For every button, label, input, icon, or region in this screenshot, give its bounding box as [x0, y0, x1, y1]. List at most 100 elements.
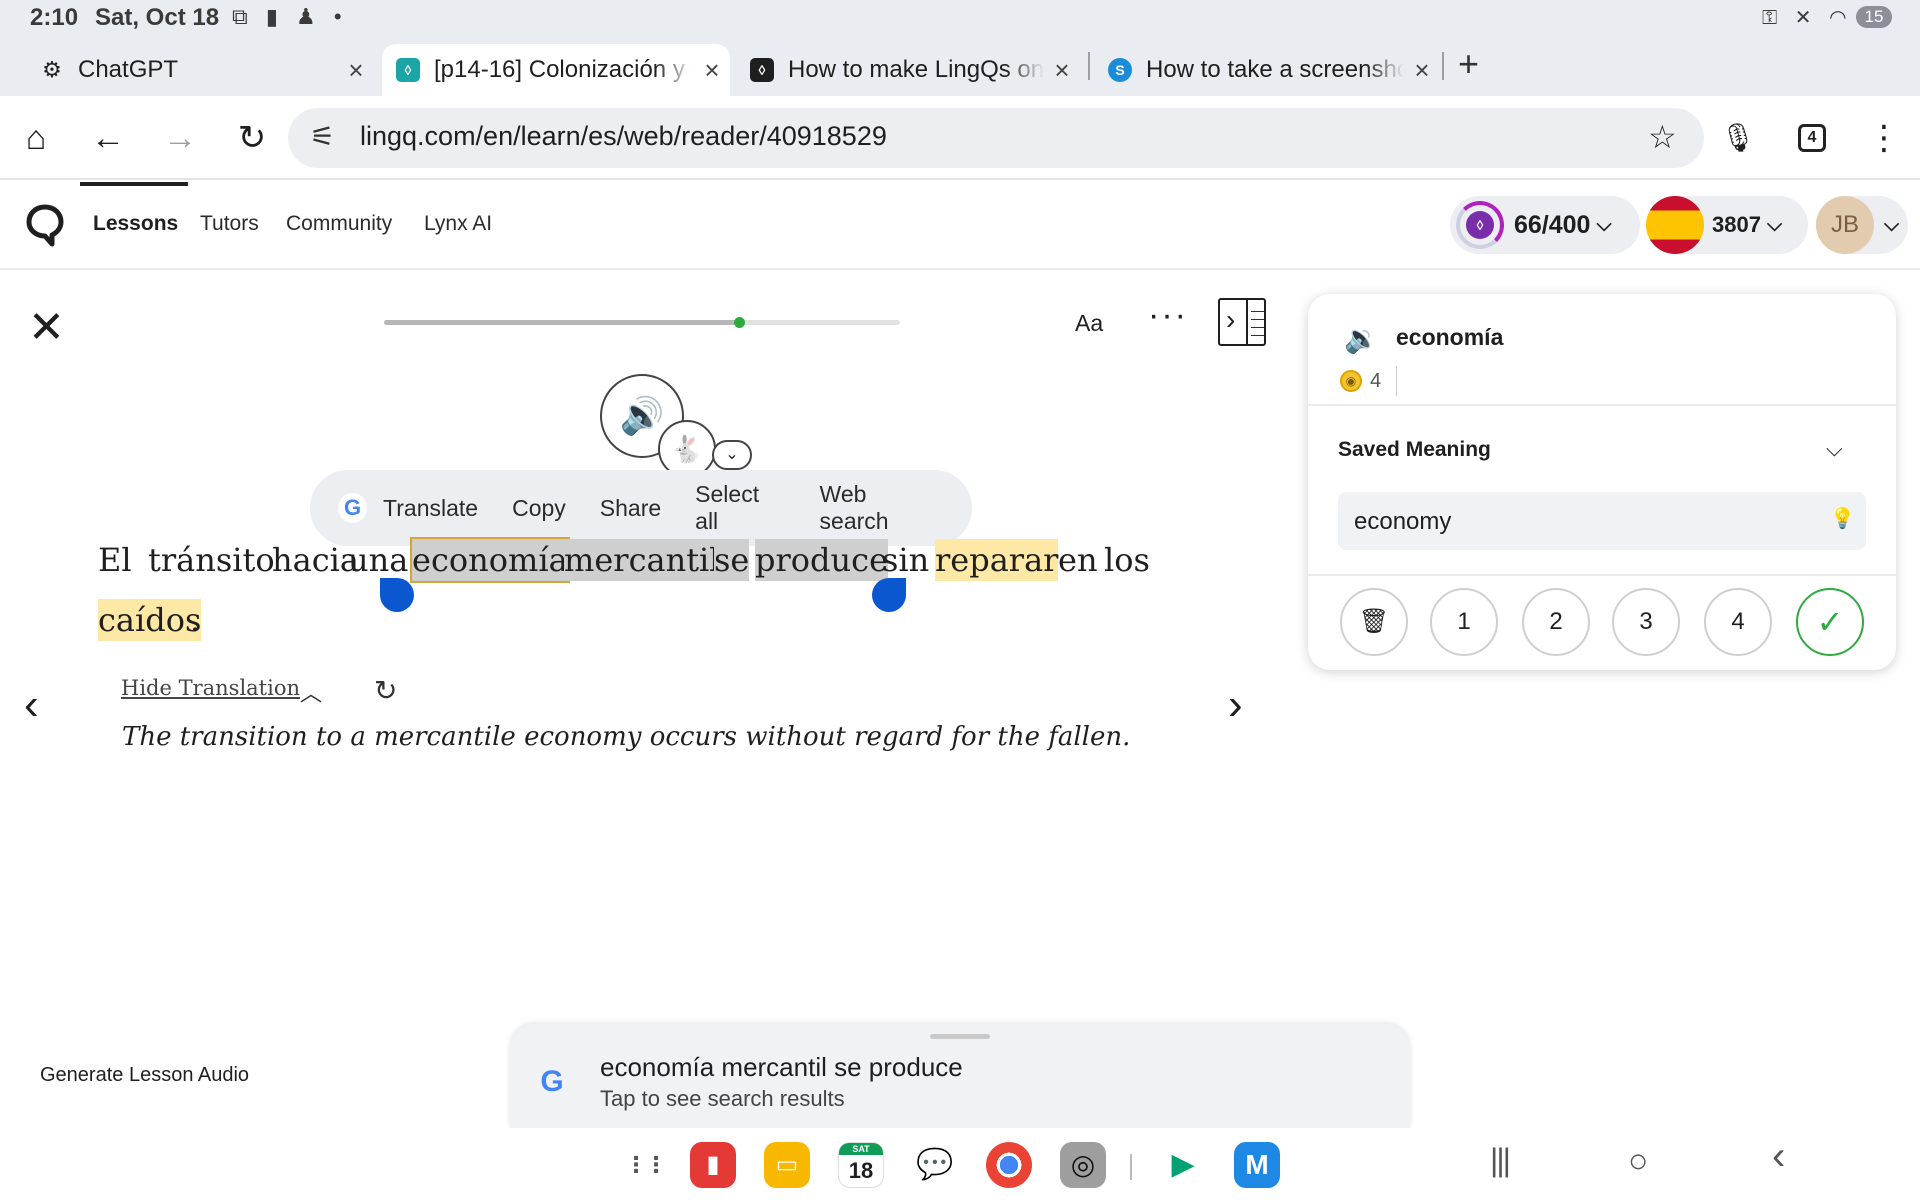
drag-handle[interactable] [930, 1034, 990, 1039]
recents-button[interactable]: ||| [1490, 1142, 1511, 1179]
menu-share[interactable]: Share [600, 495, 661, 522]
tab-chatgpt[interactable]: ⚙ ChatGPT × [26, 44, 374, 96]
selection-handle-start[interactable] [380, 578, 414, 612]
selection-handle-end[interactable] [872, 578, 906, 612]
speed-dropdown-chevron[interactable]: ⌄ [712, 440, 752, 470]
files-app-icon[interactable]: ▭ [764, 1142, 810, 1188]
reload-icon[interactable]: ↻ [230, 116, 274, 160]
word-produce[interactable]: produce [755, 539, 888, 581]
sentence-translation: The transition to a mercantile economy o… [122, 722, 1131, 752]
menu-copy[interactable]: Copy [512, 495, 566, 522]
word-reparar[interactable]: reparar [935, 539, 1059, 581]
new-tab-button[interactable]: + [1458, 46, 1479, 82]
lingq-icon: ◊ [396, 58, 420, 82]
word-panel: 🔉 economía ◉ 4 Saved Meaning ⌵ economy 💡… [1308, 294, 1896, 670]
menu-select-all[interactable]: Select all [695, 481, 785, 535]
app-drawer-icon[interactable]: ⋮⋮ [622, 1142, 668, 1188]
language-pill[interactable]: 3807 ⌵ [1646, 196, 1808, 254]
word-el[interactable]: El [98, 539, 132, 581]
close-tab-icon[interactable]: × [694, 55, 730, 86]
chevron-right-icon: › [1226, 304, 1236, 335]
mark-known-button[interactable]: ✓ [1796, 588, 1864, 656]
nav-lynx-ai[interactable]: Lynx AI [424, 212, 492, 236]
play-store-icon[interactable]: ▶ [1160, 1142, 1206, 1188]
search-query[interactable]: economía mercantil se produce [600, 1052, 963, 1083]
avatar: JB [1816, 196, 1874, 254]
messages-app-icon[interactable]: 💬 [912, 1142, 958, 1188]
hide-translation-link[interactable]: Hide Translation [121, 676, 300, 700]
active-nav-indicator [80, 182, 188, 186]
meaning-text[interactable]: economy [1354, 508, 1451, 536]
nav-tutors[interactable]: Tutors [200, 212, 259, 236]
google-search-sheet[interactable]: G economía mercantil se produce Tap to s… [510, 1024, 1410, 1128]
nav-community[interactable]: Community [286, 212, 392, 236]
nav-lessons[interactable]: Lessons [93, 212, 178, 236]
tab-switcher-button[interactable]: 4 [1798, 124, 1826, 152]
bookmark-star-icon[interactable]: ☆ [1648, 118, 1677, 156]
close-tab-icon[interactable]: × [338, 55, 374, 86]
back-icon[interactable]: ← [86, 116, 130, 160]
home-button[interactable]: ○ [1628, 1142, 1649, 1181]
saved-meaning-label: Saved Meaning [1338, 438, 1491, 461]
word-se[interactable]: se [714, 539, 750, 581]
word-una[interactable]: una [348, 539, 408, 581]
tab-how-to-make-lingqs[interactable]: ◊ How to make LingQs on a tablet × [736, 44, 1080, 96]
daily-goal-pill[interactable]: ◊ 66/400 ⌵ [1450, 196, 1640, 254]
close-lesson-icon[interactable]: ✕ [28, 302, 65, 353]
word-transito[interactable]: tránsito [148, 539, 275, 581]
close-tab-icon[interactable]: × [1404, 55, 1440, 86]
close-tab-icon[interactable]: × [1044, 55, 1080, 86]
font-settings-button[interactable]: Aa [1075, 310, 1103, 337]
delete-lingq-button[interactable]: 🗑 [1340, 588, 1408, 656]
lesson-progress-bar[interactable] [384, 317, 900, 328]
status-1-button[interactable]: 1 [1430, 588, 1498, 656]
word-sin[interactable]: sin [882, 539, 929, 581]
status-time: 2:10 [30, 4, 79, 31]
chevron-up-icon[interactable]: ︿ [300, 676, 322, 708]
lingq-logo-icon[interactable] [26, 204, 64, 248]
word-caidos[interactable]: caídos [98, 599, 202, 641]
notes-app-icon[interactable]: ▮ [690, 1142, 736, 1188]
word-economia[interactable]: economía [410, 537, 570, 583]
progress-marker[interactable] [734, 317, 746, 328]
system-back-button[interactable]: ‹ [1772, 1134, 1785, 1179]
word-hacia[interactable]: hacia [272, 539, 359, 581]
address-bar[interactable]: ⚟ lingq.com/en/learn/es/web/reader/40918… [288, 108, 1704, 168]
saved-meaning-field[interactable]: economy 💡 [1338, 492, 1866, 550]
forward-icon[interactable]: → [158, 116, 202, 160]
status-2-button[interactable]: 2 [1522, 588, 1590, 656]
url-text[interactable]: lingq.com/en/learn/es/web/reader/4091852… [360, 121, 887, 152]
menu-web-search[interactable]: Web search [820, 481, 938, 535]
browser-menu-icon[interactable]: ⋮ [1862, 116, 1906, 160]
toggle-sidepanel-button[interactable]: › — — — — [1218, 298, 1266, 346]
status-4-button[interactable]: 4 [1704, 588, 1772, 656]
tab-how-to-take-screenshot[interactable]: S How to take a screenshot × [1094, 44, 1440, 96]
site-settings-icon[interactable]: ⚟ [310, 120, 335, 153]
microphone-icon[interactable]: 🎙 [1716, 116, 1760, 160]
home-icon[interactable]: ⌂ [14, 116, 58, 160]
lingq-icon: ◊ [750, 58, 774, 82]
panel-term: economía [1396, 324, 1504, 350]
openai-icon: ⚙ [42, 57, 62, 82]
next-page-icon[interactable]: › [1228, 680, 1243, 730]
more-options-icon[interactable]: ··· [1148, 296, 1188, 335]
menu-translate[interactable]: Translate [383, 495, 478, 522]
profile-pill[interactable]: JB ⌵ [1816, 196, 1908, 254]
camera-app-icon[interactable]: ◎ [1060, 1142, 1106, 1188]
status-3-button[interactable]: 3 [1612, 588, 1680, 656]
lingq-header: Lessons Tutors Community Lynx AI ◊ 66/40… [0, 182, 1920, 270]
refresh-translation-icon[interactable]: ↻ [374, 674, 397, 707]
m-app-icon[interactable]: M [1234, 1142, 1280, 1188]
word-en[interactable]: en [1058, 539, 1098, 581]
chevron-down-icon[interactable]: ⌵ [1826, 436, 1843, 462]
previous-page-icon[interactable]: ‹ [24, 680, 39, 730]
tab-lingq-lesson[interactable]: ◊ [p14-16] Colonización y nuevas rutas × [382, 44, 730, 96]
speaker-icon[interactable]: 🔉 [1344, 322, 1379, 355]
word-los[interactable]: los [1104, 539, 1150, 581]
daily-goal-ring-icon: ◊ [1456, 201, 1504, 249]
generate-lesson-audio-link[interactable]: Generate Lesson Audio [40, 1064, 249, 1087]
chrome-app-icon[interactable]: ◉ [986, 1142, 1032, 1188]
search-hint: Tap to see search results [600, 1086, 845, 1111]
calendar-app-icon[interactable]: SAT 18 [838, 1142, 884, 1188]
word-mercantil[interactable]: mercantil [564, 539, 720, 581]
